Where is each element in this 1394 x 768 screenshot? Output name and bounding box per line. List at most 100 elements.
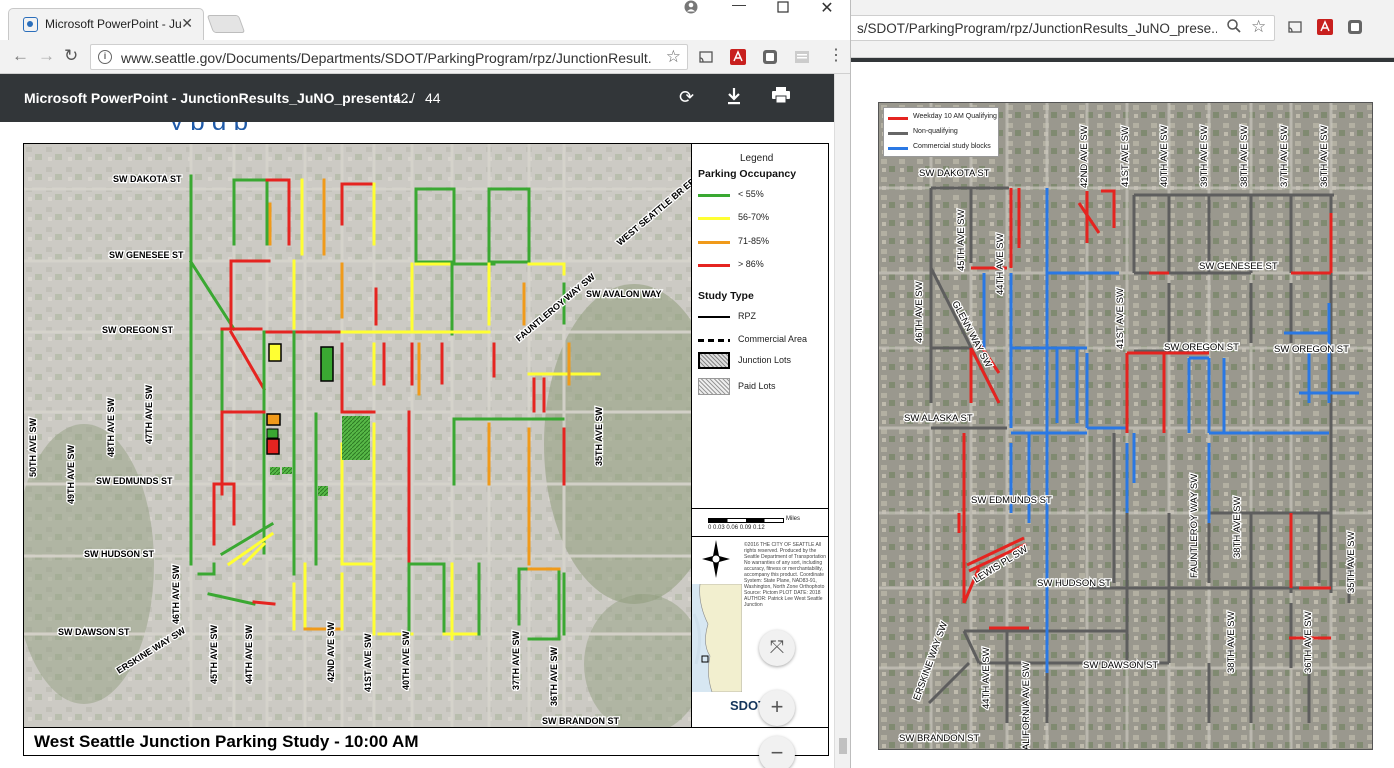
- street-label: SW AVALON WAY: [586, 289, 662, 299]
- legend-label: > 86%: [738, 259, 764, 269]
- street-label: FAUNTLEROY WAY SW: [1189, 474, 1200, 578]
- street-label: 49TH AVE SW: [66, 444, 76, 504]
- street-label: 50TH AVE SW: [28, 417, 38, 477]
- vertical-scrollbar[interactable]: [834, 74, 850, 768]
- qualifying-blocks-map: SW DAKOTA ST SW GENESEE ST SW OREGON ST …: [878, 102, 1373, 750]
- address-bar-right[interactable]: s/SDOT/ParkingProgram/rpz/JunctionResult…: [851, 15, 1275, 41]
- street-label: 40TH AVE SW: [401, 630, 411, 690]
- street-label: 37TH AVE SW: [1279, 125, 1290, 187]
- street-label: SW DAKOTA ST: [113, 174, 182, 184]
- scale-unit: Miles: [786, 516, 801, 522]
- street-label: SW HUDSON ST: [84, 549, 155, 559]
- zoom-icon[interactable]: [1227, 19, 1241, 37]
- street-label: SW BRANDON ST: [542, 716, 619, 726]
- url-text: www.seattle.gov/Documents/Departments/SD…: [121, 50, 651, 66]
- street-label: 42ND AVE SW: [1079, 125, 1090, 188]
- legend-item-commercial: Commercial Area: [698, 333, 826, 347]
- close-window-button[interactable]: ✕: [812, 0, 842, 17]
- pdf-viewport[interactable]: y p g p: [0, 122, 834, 768]
- menu-dots-icon[interactable]: ⋮: [828, 45, 844, 65]
- address-bar[interactable]: i www.seattle.gov/Documents/Departments/…: [90, 44, 688, 70]
- page-total: 44: [425, 90, 441, 106]
- right-browser-window: s/SDOT/ParkingProgram/rpz/JunctionResult…: [850, 0, 1394, 768]
- legend-label: Junction Lots: [738, 355, 792, 365]
- slide-heading-cropped: y p g p: [0, 122, 834, 130]
- street-label: 40TH AVE SW: [1159, 125, 1170, 187]
- cast-icon[interactable]: [698, 49, 714, 65]
- red-line-swatch: [698, 264, 730, 267]
- legend-item-56-70: 56-70%: [698, 211, 826, 225]
- legend-label: Weekday 10 AM Qualifying: [913, 113, 997, 120]
- extension-doc-icon[interactable]: [794, 49, 810, 65]
- street-label: 35TH AVE SW: [1346, 531, 1357, 593]
- back-arrow-icon[interactable]: ←: [12, 46, 29, 66]
- seattle-favicon-icon: [23, 17, 38, 32]
- scale-ticks: 0 0.03 0.06 0.09 0.12: [708, 525, 765, 531]
- zoom-out-button[interactable]: −: [759, 736, 795, 768]
- rotate-icon[interactable]: ⟳: [679, 87, 694, 108]
- street-label: 39TH AVE SW: [1199, 125, 1210, 187]
- dashed-line-swatch: [698, 339, 730, 342]
- tab-powerpoint[interactable]: Microsoft PowerPoint - Ju ✕: [8, 8, 204, 40]
- street-label: 46TH AVE SW: [914, 281, 925, 343]
- map-title: West Seattle Junction Parking Study - 10…: [34, 732, 419, 751]
- maximize-button[interactable]: [768, 0, 798, 18]
- street-label: CALIFORNIA AVE SW: [1021, 662, 1032, 750]
- legend-item-under-55: < 55%: [698, 188, 826, 202]
- street-label: SW GENESEE ST: [1199, 261, 1278, 272]
- street-label: 47TH AVE SW: [144, 384, 154, 444]
- scale-bar: [708, 518, 784, 523]
- cast-icon[interactable]: [1287, 19, 1303, 35]
- legend-label: < 55%: [738, 189, 764, 199]
- legend-item-junction-lots: Junction Lots: [698, 352, 826, 370]
- solid-line-swatch: [698, 316, 730, 318]
- street-label: SW EDMUNDS ST: [96, 476, 173, 486]
- street-label: 38TH AVE SW: [1239, 125, 1250, 187]
- street-label: 36TH AVE SW: [1303, 611, 1314, 673]
- extension-icon[interactable]: [762, 49, 778, 65]
- legend-item-rpz: RPZ: [698, 310, 826, 324]
- minimize-button[interactable]: —: [724, 0, 754, 14]
- download-icon[interactable]: [726, 87, 742, 110]
- legend-divider: [692, 536, 829, 537]
- legend-item-71-85: 71-85%: [698, 235, 826, 249]
- bookmark-star-icon[interactable]: ☆: [1251, 17, 1266, 37]
- pdf-page-right: SW DAKOTA ST SW GENESEE ST SW OREGON ST …: [851, 62, 1394, 768]
- locator-inset-map: [692, 584, 742, 692]
- url-text-right: s/SDOT/ParkingProgram/rpz/JunctionResult…: [857, 21, 1217, 36]
- gray-line-swatch: [888, 132, 908, 135]
- street-label: 37TH AVE SW: [511, 630, 521, 690]
- bookmark-star-icon[interactable]: ☆: [666, 47, 681, 67]
- legend-item-qualifying: Weekday 10 AM Qualifying: [888, 112, 1000, 124]
- print-icon[interactable]: [772, 87, 790, 108]
- legend-label: RPZ: [738, 311, 756, 321]
- new-tab-button[interactable]: [206, 15, 246, 33]
- acrobat-icon[interactable]: [730, 49, 746, 65]
- street-label: 44TH AVE SW: [244, 624, 254, 684]
- junction-lots-swatch: [698, 352, 730, 369]
- left-browser-window: Microsoft PowerPoint - Ju ✕ — ✕ ← → ↻ i …: [0, 0, 850, 768]
- legend-label: 71-85%: [738, 236, 770, 246]
- street-label: 45TH AVE SW: [209, 624, 219, 684]
- reload-icon[interactable]: ↻: [64, 46, 78, 66]
- forward-arrow-icon[interactable]: →: [38, 46, 55, 66]
- legend-label: Non-qualifying: [913, 128, 958, 135]
- zoom-in-button[interactable]: +: [759, 690, 795, 726]
- legend-label: Commercial Area: [738, 334, 808, 344]
- profile-icon[interactable]: [676, 0, 706, 18]
- tab-strip: Microsoft PowerPoint - Ju ✕ — ✕: [0, 0, 850, 40]
- page-current[interactable]: 42: [393, 90, 409, 106]
- close-tab-icon[interactable]: ✕: [181, 15, 193, 32]
- street-label: SW GENESEE ST: [109, 250, 184, 260]
- fit-page-button[interactable]: ⤧: [759, 630, 795, 666]
- street-label: 41ST AVE SW: [363, 633, 373, 692]
- street-label: SW BRANDON ST: [899, 733, 979, 744]
- street-label: 36TH AVE SW: [1319, 125, 1330, 187]
- legend-label: 56-70%: [738, 212, 770, 222]
- scrollbar-thumb[interactable]: [839, 738, 847, 754]
- street-label: SW OREGON ST: [1274, 344, 1349, 355]
- extension-icon[interactable]: [1347, 19, 1363, 35]
- info-icon[interactable]: i: [98, 50, 112, 64]
- street-label: SW OREGON ST: [102, 325, 174, 335]
- acrobat-icon[interactable]: [1317, 19, 1333, 35]
